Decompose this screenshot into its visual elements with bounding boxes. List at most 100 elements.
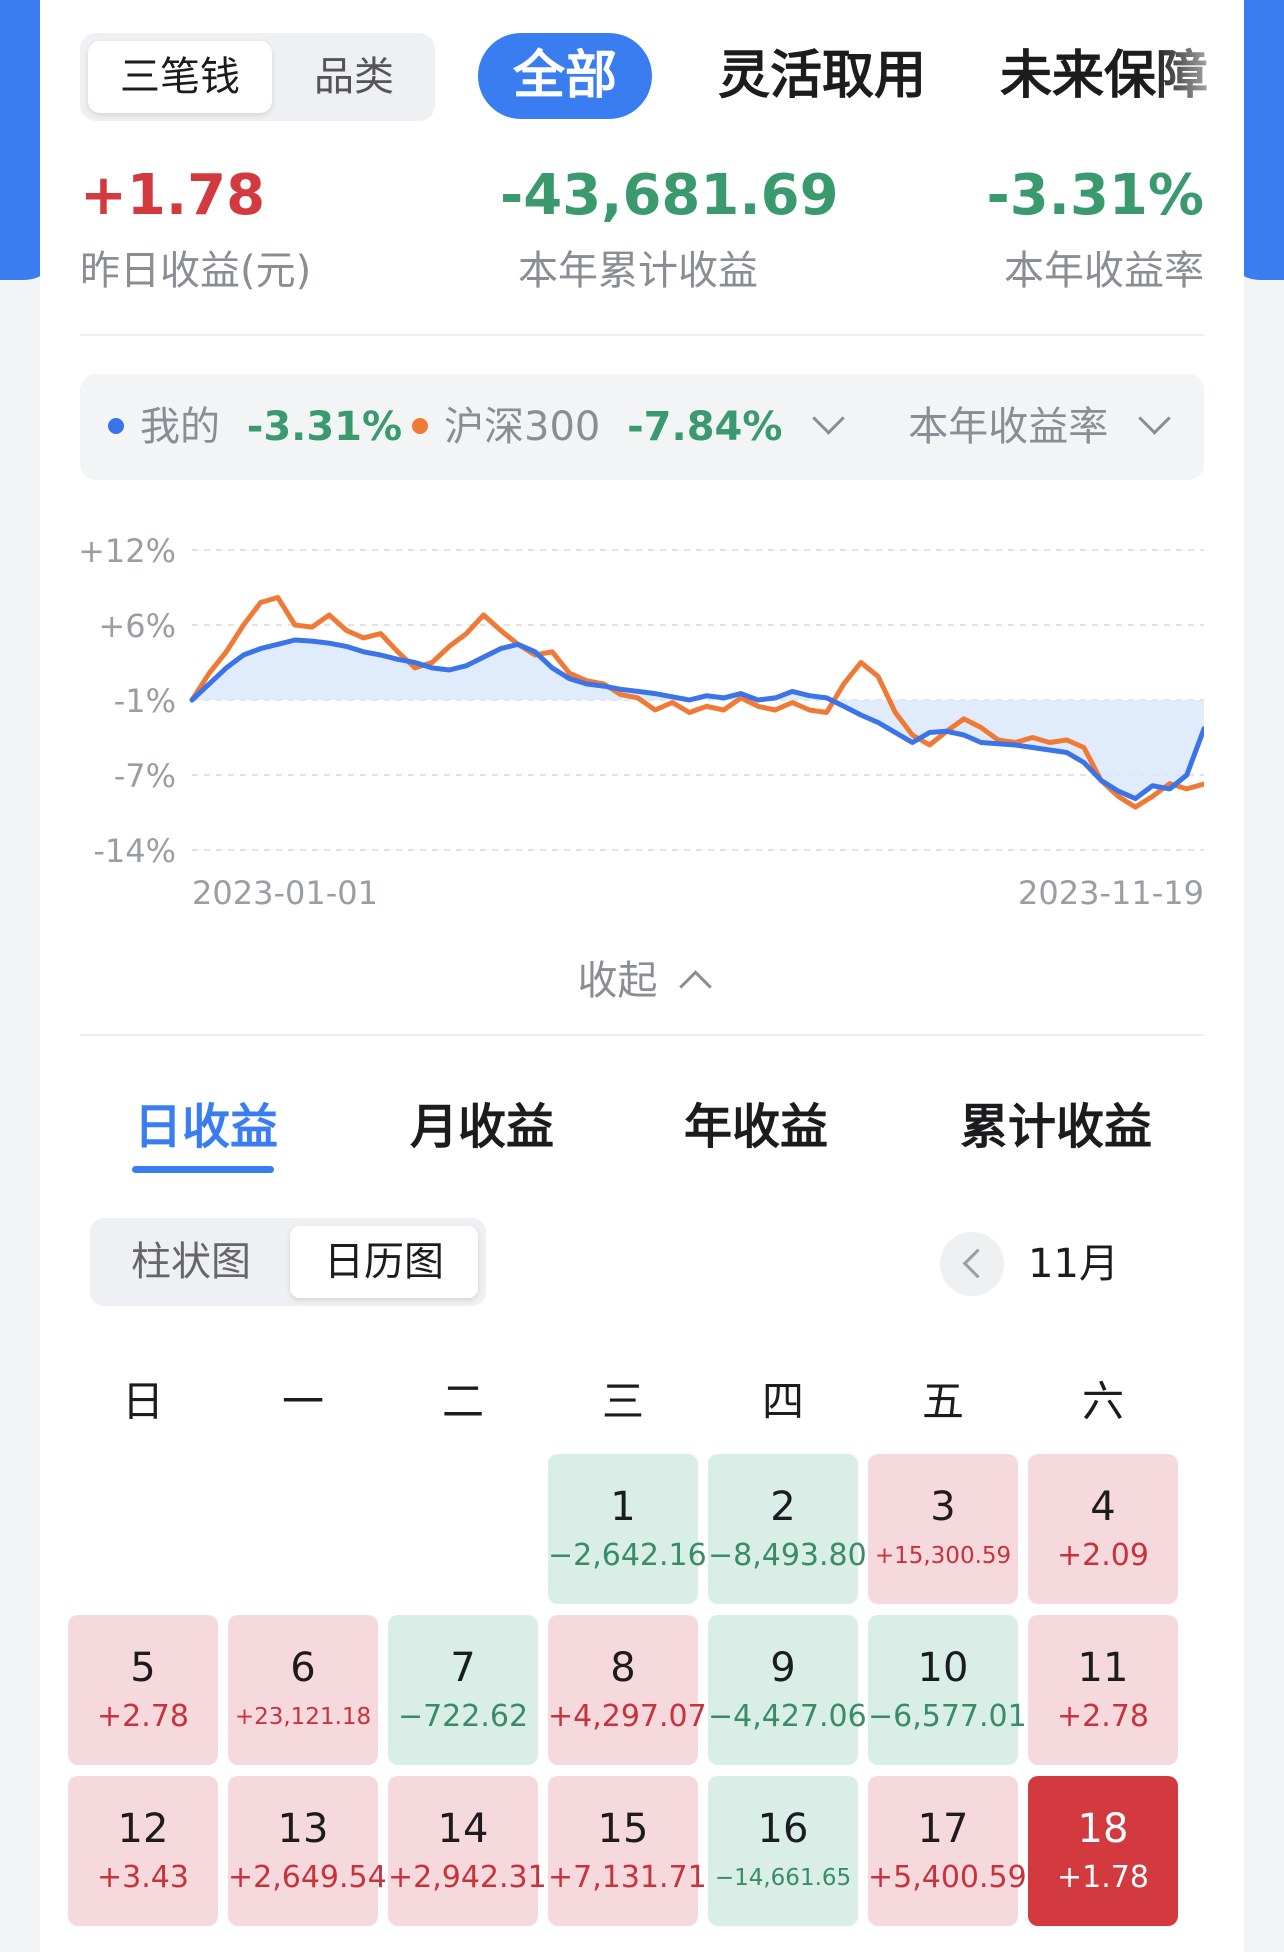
- y-tick-label: +6%: [98, 607, 176, 645]
- tab-fade: [1154, 33, 1244, 119]
- tab-future-clip: 未来保障: [1000, 33, 1244, 119]
- calendar-day-number: 15: [597, 1806, 649, 1852]
- calendar-day-income: −2,642.16: [548, 1538, 707, 1573]
- calendar-day-number: 6: [290, 1645, 316, 1691]
- calendar-day-income: −722.62: [397, 1699, 529, 1734]
- calendar-day[interactable]: 14 +2,942.31: [388, 1776, 547, 1926]
- calendar-day-income: +5,400.59: [868, 1860, 1027, 1895]
- calendar-day-number: 11: [1077, 1645, 1129, 1691]
- yield-line-chart[interactable]: +12% +6% -1% -7% -14% 2023-01-01 2023-11-19: [80, 520, 1204, 920]
- calendar-day-income: +7,131.71: [548, 1860, 707, 1895]
- weekday-label: 三: [601, 1377, 644, 1426]
- active-tab-underline: [132, 1166, 274, 1173]
- calendar-day[interactable]: 10 −6,577.01: [868, 1615, 1027, 1765]
- calendar-day-number: 1: [610, 1484, 636, 1530]
- calendar-day-income: +4,297.07: [548, 1699, 707, 1734]
- weekday-label: 五: [921, 1377, 964, 1426]
- legend-mine: 我的 -3.31%: [108, 374, 402, 480]
- calendar-day-number: 13: [277, 1806, 329, 1852]
- y-tick-label: -14%: [93, 832, 176, 870]
- ytd-rate-value: -3.31%: [986, 163, 1204, 228]
- ytd-income-label: 本年累计收益: [518, 248, 758, 294]
- calendar-day-number: 17: [917, 1806, 969, 1852]
- calendar-day[interactable]: 3 +15,300.59: [868, 1454, 1018, 1604]
- calendar-day[interactable]: 11 +2.78: [1028, 1615, 1178, 1765]
- current-month: 11月: [1028, 1241, 1119, 1287]
- calendar-day-income: +2,942.31: [388, 1860, 547, 1895]
- tab-flexible[interactable]: 灵活取用: [718, 33, 926, 119]
- tab-all[interactable]: 全部: [478, 33, 652, 119]
- calendar-day-number: 2: [770, 1484, 796, 1530]
- calendar-day[interactable]: 2 −8,493.80: [708, 1454, 867, 1604]
- calendar-day-number: 7: [450, 1645, 476, 1691]
- calendar-day-number: 18: [1077, 1806, 1129, 1852]
- calendar-day-number: 16: [757, 1806, 809, 1852]
- legend-mine-label: 我的: [140, 404, 220, 450]
- calendar-day[interactable]: 16 −14,661.65: [708, 1776, 858, 1926]
- legend-mine-value: -3.31%: [246, 404, 403, 450]
- tab-yearly-income[interactable]: 年收益: [684, 1092, 828, 1162]
- chevron-up-icon: [678, 970, 712, 1003]
- view-calendar[interactable]: 日历图: [290, 1226, 478, 1298]
- yesterday-income-label: 昨日收益(元): [80, 248, 312, 294]
- calendar-day-income: +1.78: [1057, 1860, 1149, 1895]
- calendar-day-number: 8: [610, 1645, 636, 1691]
- weekday-label: 一: [281, 1377, 324, 1426]
- metric-selector-label: 本年收益率: [908, 404, 1109, 450]
- calendar-day-income: +2.78: [97, 1699, 189, 1734]
- calendar-day-number: 4: [1090, 1484, 1116, 1530]
- calendar-day-income: +2.78: [1057, 1699, 1149, 1734]
- calendar-day-number: 14: [437, 1806, 489, 1852]
- prev-month-button[interactable]: [940, 1232, 1004, 1296]
- legend-mine-dot: [108, 418, 124, 434]
- legend-index-dot: [412, 418, 428, 434]
- collapse-toggle[interactable]: 收起: [40, 948, 1244, 1006]
- calendar-day-income: +3.43: [97, 1860, 189, 1895]
- chart-divider: [80, 1034, 1204, 1036]
- calendar-day-income: −4,427.06: [708, 1699, 867, 1734]
- chevron-left-icon: [962, 1248, 993, 1279]
- calendar-day[interactable]: 12 +3.43: [68, 1776, 218, 1926]
- calendar-day-number: 5: [130, 1645, 156, 1691]
- calendar-day-number: 10: [917, 1645, 969, 1691]
- calendar-day[interactable]: 9 −4,427.06: [708, 1615, 867, 1765]
- calendar-day-income: −8,493.80: [708, 1538, 867, 1573]
- view-mode-segment: 三笔钱 品类: [80, 33, 435, 121]
- tab-monthly-income[interactable]: 月收益: [410, 1092, 554, 1162]
- calendar-day-number: 9: [770, 1645, 796, 1691]
- segment-category[interactable]: 品类: [280, 41, 428, 113]
- legend-index-label: 沪深300: [444, 404, 601, 450]
- calendar-day[interactable]: 4 +2.09: [1028, 1454, 1178, 1604]
- calendar-day[interactable]: 6 +23,121.18: [228, 1615, 378, 1765]
- weekday-label: 四: [761, 1377, 804, 1426]
- calendar-day-income: +2,649.54: [228, 1860, 387, 1895]
- calendar-day[interactable]: 17 +5,400.59: [868, 1776, 1027, 1926]
- x-tick-label-start: 2023-01-01: [192, 874, 378, 912]
- legend-index-value: -7.84%: [627, 404, 783, 450]
- calendar-day-income: +23,121.18: [234, 1704, 372, 1730]
- weekday-label: 六: [1081, 1377, 1124, 1426]
- calendar-day[interactable]: 8 +4,297.07: [548, 1615, 707, 1765]
- y-tick-label: +12%: [80, 532, 176, 570]
- comparison-legend: 我的 -3.31% 沪深300 -7.84% 本年收益率: [80, 374, 1204, 480]
- metric-selector[interactable]: 本年收益率: [908, 374, 1171, 480]
- calendar-day[interactable]: 18 +1.78: [1028, 1776, 1178, 1926]
- index-dropdown-chevron-icon[interactable]: [812, 402, 845, 435]
- segment-three-funds[interactable]: 三笔钱: [88, 41, 272, 113]
- ytd-income-value: -43,681.69: [500, 163, 839, 228]
- chart-view-toggle: 柱状图 日历图: [90, 1218, 486, 1306]
- calendar-day[interactable]: 7 −722.62: [388, 1615, 538, 1765]
- view-bar-chart[interactable]: 柱状图: [98, 1226, 284, 1298]
- legend-index[interactable]: 沪深300 -7.84%: [412, 374, 845, 480]
- calendar-day[interactable]: 1 −2,642.16: [548, 1454, 707, 1604]
- x-tick-label-end: 2023-11-19: [1018, 874, 1204, 912]
- metric-dropdown-chevron-icon: [1138, 402, 1171, 435]
- calendar-day[interactable]: 15 +7,131.71: [548, 1776, 707, 1926]
- calendar-day[interactable]: 5 +2.78: [68, 1615, 218, 1765]
- calendar-day-number: 12: [117, 1806, 169, 1852]
- yesterday-income-value: +1.78: [80, 163, 266, 228]
- calendar-day[interactable]: 13 +2,649.54: [228, 1776, 387, 1926]
- calendar-day-number: 3: [930, 1484, 956, 1530]
- tab-daily-income[interactable]: 日收益: [134, 1092, 278, 1162]
- tab-cumulative-income[interactable]: 累计收益: [960, 1092, 1152, 1162]
